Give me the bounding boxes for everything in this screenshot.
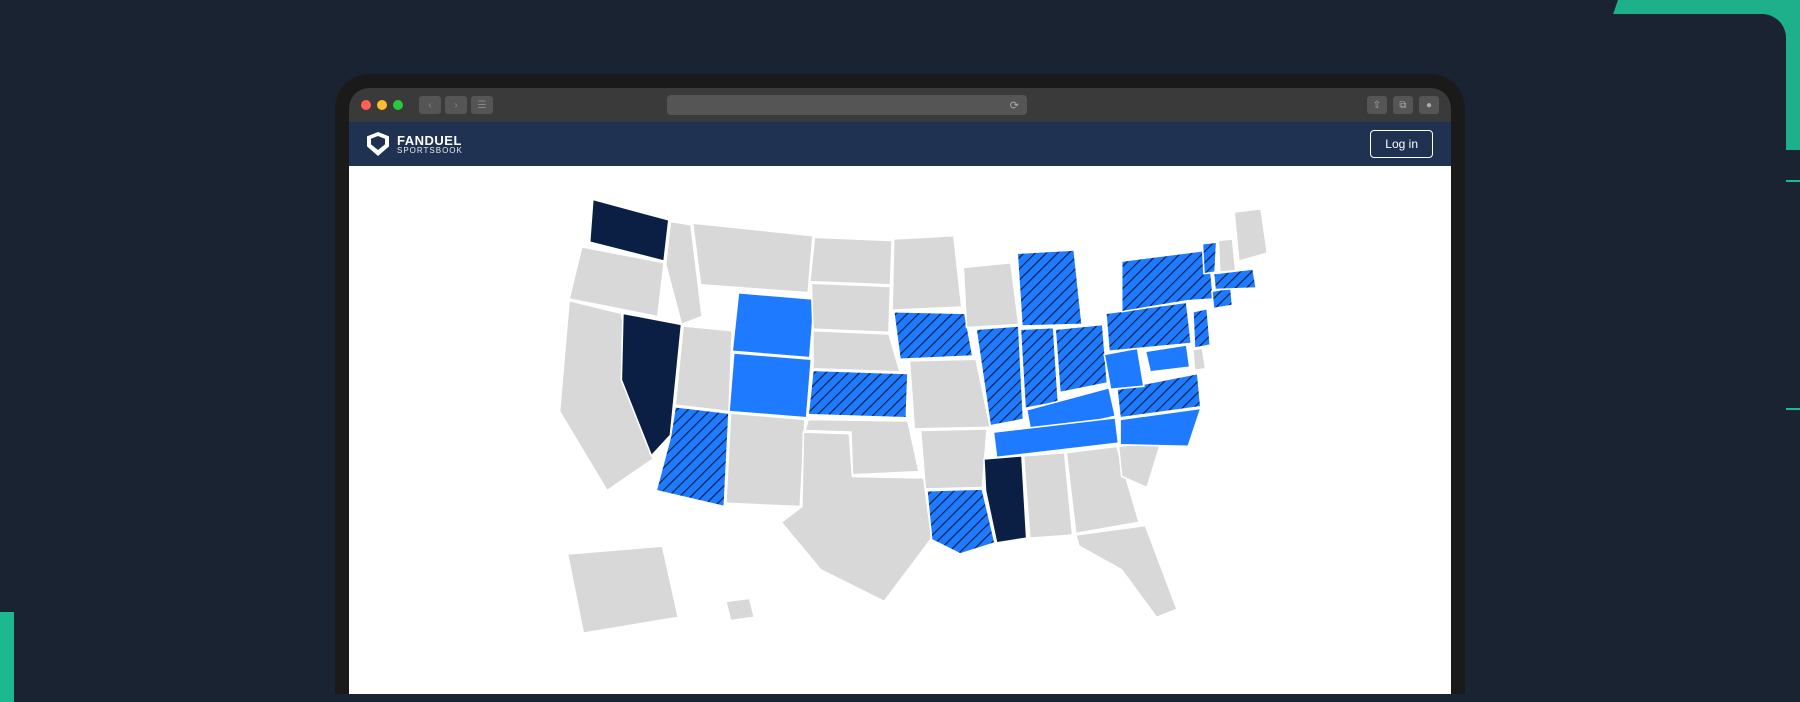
- state-mo[interactable]: [910, 359, 991, 429]
- page-content: [349, 166, 1451, 694]
- state-ks[interactable]: [808, 370, 908, 418]
- shield-icon: [367, 132, 389, 156]
- state-me[interactable]: [1234, 209, 1267, 261]
- nav-buttons: ‹ › ☰: [419, 96, 493, 114]
- state-md[interactable]: [1145, 345, 1189, 372]
- forward-button[interactable]: ›: [445, 96, 467, 114]
- state-fl[interactable]: [1076, 526, 1177, 618]
- state-ny[interactable]: [1122, 250, 1214, 312]
- us-map: [520, 174, 1280, 694]
- state-nj[interactable]: [1193, 309, 1210, 349]
- state-al[interactable]: [1024, 453, 1073, 538]
- url-bar[interactable]: ⟳: [667, 95, 1027, 115]
- map-svg: [520, 174, 1280, 649]
- site-header: FANDUEL SPORTSBOOK Log in: [349, 122, 1451, 166]
- laptop-frame: ‹ › ☰ ⟳ ⇧ ⧉ ● FANDUEL SPORTSBOOK Log in: [335, 74, 1465, 694]
- state-nm[interactable]: [726, 413, 805, 506]
- state-ct[interactable]: [1212, 288, 1233, 309]
- hero-card: ‹ › ☰ ⟳ ⇧ ⧉ ● FANDUEL SPORTSBOOK Log in: [14, 14, 1786, 702]
- state-vt[interactable]: [1202, 242, 1216, 274]
- info-icon[interactable]: ●: [1419, 96, 1439, 114]
- state-mt[interactable]: [693, 223, 813, 293]
- state-oh[interactable]: [1055, 324, 1107, 392]
- reload-icon[interactable]: ⟳: [1010, 99, 1019, 112]
- share-icon[interactable]: ⇧: [1367, 96, 1387, 114]
- state-hi[interactable]: [726, 598, 755, 620]
- close-icon[interactable]: [361, 100, 371, 110]
- sidebar-button[interactable]: ☰: [471, 96, 493, 114]
- window-controls: [361, 100, 403, 110]
- state-ak[interactable]: [568, 546, 679, 633]
- maximize-icon[interactable]: [393, 100, 403, 110]
- state-ia[interactable]: [894, 312, 973, 360]
- state-wy[interactable]: [732, 293, 814, 358]
- login-button[interactable]: Log in: [1370, 130, 1433, 158]
- state-ar[interactable]: [921, 429, 988, 489]
- state-nh[interactable]: [1218, 239, 1235, 272]
- state-ne[interactable]: [813, 331, 900, 372]
- minimize-icon[interactable]: [377, 100, 387, 110]
- state-mn[interactable]: [892, 236, 962, 310]
- back-button[interactable]: ‹: [419, 96, 441, 114]
- logo-sub-text: SPORTSBOOK: [397, 147, 463, 155]
- state-sd[interactable]: [811, 283, 890, 332]
- state-nd[interactable]: [810, 237, 892, 285]
- state-wv[interactable]: [1104, 348, 1144, 389]
- state-pa[interactable]: [1106, 302, 1192, 351]
- state-in[interactable]: [1020, 328, 1058, 409]
- brand-logo[interactable]: FANDUEL SPORTSBOOK: [367, 132, 463, 156]
- logo-main-text: FANDUEL: [397, 134, 463, 147]
- state-co[interactable]: [729, 353, 811, 418]
- state-wi[interactable]: [963, 263, 1018, 328]
- state-mi[interactable]: [1017, 250, 1082, 326]
- state-ut[interactable]: [675, 326, 732, 412]
- state-la[interactable]: [927, 489, 995, 554]
- tabs-icon[interactable]: ⧉: [1393, 96, 1413, 114]
- state-de[interactable]: [1193, 348, 1206, 370]
- browser-chrome: ‹ › ☰ ⟳ ⇧ ⧉ ●: [349, 88, 1451, 122]
